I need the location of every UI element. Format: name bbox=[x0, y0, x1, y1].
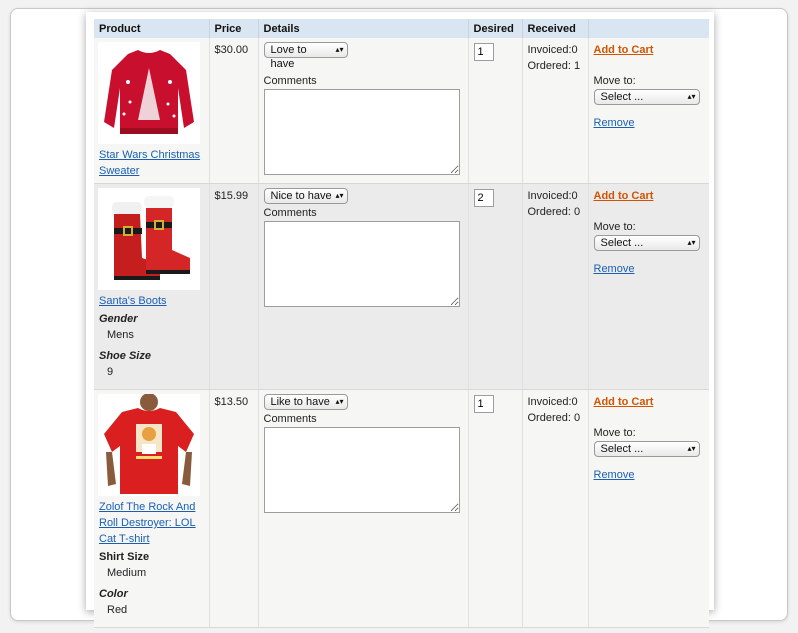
comments-textarea[interactable] bbox=[263, 221, 460, 307]
priority-select-value: Like to have bbox=[270, 396, 330, 408]
priority-select[interactable]: Like to have ▴▾ bbox=[263, 394, 348, 410]
move-to-label: Move to: bbox=[593, 75, 636, 87]
comments-label: Comments bbox=[263, 413, 317, 425]
header-desired: Desired bbox=[468, 19, 523, 38]
attribute-value: Mens bbox=[107, 329, 134, 341]
comments-label: Comments bbox=[263, 75, 317, 87]
details-cell: Nice to have ▴▾ Comments bbox=[258, 183, 469, 390]
move-to-select[interactable]: Select ... ▴▾ bbox=[593, 89, 700, 105]
table-row: Zolof The Rock And Roll Destroyer: LOL C… bbox=[94, 389, 709, 628]
attribute-value: Medium bbox=[107, 567, 147, 579]
red-christmas-sweater-image bbox=[104, 50, 194, 134]
desired-qty-input[interactable] bbox=[473, 395, 494, 413]
add-to-cart-link[interactable]: Add to Cart bbox=[594, 190, 654, 202]
move-to-select[interactable]: Select ... ▴▾ bbox=[593, 441, 700, 457]
priority-select[interactable]: Nice to have ▴▾ bbox=[263, 188, 348, 204]
table-row: Star Wars Christmas Sweater $30.00 Love … bbox=[94, 38, 709, 184]
move-to-select-value: Select ... bbox=[600, 91, 644, 103]
details-cell: Like to have ▴▾ Comments bbox=[258, 389, 469, 628]
actions-cell: Add to Cart Move to: Select ... ▴▾ Remov… bbox=[588, 183, 709, 390]
header-received: Received bbox=[522, 19, 589, 38]
wishlist-panel: Product Price Details Desired Received S… bbox=[86, 12, 714, 628]
red-cat-tshirt-image bbox=[104, 394, 194, 494]
product-cell: Star Wars Christmas Sweater bbox=[94, 38, 210, 184]
received-cell: Invoiced:0 Ordered: 0 bbox=[522, 183, 589, 390]
remove-link[interactable]: Remove bbox=[594, 467, 635, 483]
priority-select[interactable]: Love to have ▴▾ bbox=[263, 42, 348, 70]
actions-cell: Add to Cart Move to: Select ... ▴▾ Remov… bbox=[588, 389, 709, 628]
price-cell: $13.50 bbox=[209, 389, 259, 628]
attribute-name: Shirt Size bbox=[99, 551, 150, 563]
actions-cell: Add to Cart Move to: Select ... ▴▾ Remov… bbox=[588, 38, 709, 184]
invoiced-count: Invoiced:0 bbox=[527, 396, 578, 408]
attribute-name: Gender bbox=[99, 313, 138, 325]
invoiced-count: Invoiced:0 bbox=[527, 44, 578, 56]
product-cell: Zolof The Rock And Roll Destroyer: LOL C… bbox=[94, 389, 210, 628]
product-image[interactable] bbox=[98, 42, 200, 144]
received-cell: Invoiced:0 Ordered: 1 bbox=[522, 38, 589, 184]
attribute-name: Shoe Size bbox=[99, 350, 151, 362]
move-to-select[interactable]: Select ... ▴▾ bbox=[593, 235, 700, 251]
priority-select-value: Nice to have bbox=[270, 190, 332, 202]
move-to-label: Move to: bbox=[593, 221, 636, 233]
product-name-link[interactable]: Star Wars Christmas Sweater bbox=[99, 149, 200, 177]
product-image[interactable] bbox=[98, 188, 200, 290]
desired-qty-input[interactable] bbox=[473, 43, 494, 61]
product-image[interactable] bbox=[98, 394, 200, 496]
comments-textarea[interactable] bbox=[263, 427, 460, 513]
ordered-count: Ordered: 0 bbox=[527, 206, 581, 218]
price-cell: $30.00 bbox=[209, 38, 259, 184]
priority-select-value: Love to have bbox=[270, 44, 307, 70]
product-name-link[interactable]: Santa's Boots bbox=[99, 295, 167, 307]
select-arrows-icon: ▴▾ bbox=[335, 191, 344, 200]
move-to-label: Move to: bbox=[593, 427, 636, 439]
select-arrows-icon: ▴▾ bbox=[335, 397, 344, 406]
desired-qty-input[interactable] bbox=[473, 189, 494, 207]
ordered-count: Ordered: 0 bbox=[527, 412, 581, 424]
move-to-select-value: Select ... bbox=[600, 443, 644, 455]
add-to-cart-link[interactable]: Add to Cart bbox=[594, 44, 654, 56]
received-cell: Invoiced:0 Ordered: 0 bbox=[522, 389, 589, 628]
price-cell: $15.99 bbox=[209, 183, 259, 390]
details-cell: Love to have ▴▾ Comments bbox=[258, 38, 469, 184]
header-product: Product bbox=[94, 19, 210, 38]
attribute-value: Red bbox=[107, 604, 128, 616]
select-arrows-icon: ▴▾ bbox=[687, 238, 696, 247]
comments-label: Comments bbox=[263, 207, 317, 219]
attribute-name: Color bbox=[99, 588, 128, 600]
product-cell: Santa's Boots Gender Mens Shoe Size 9 bbox=[94, 183, 210, 390]
invoiced-count: Invoiced:0 bbox=[527, 190, 578, 202]
desired-cell bbox=[468, 389, 523, 628]
select-arrows-icon: ▴▾ bbox=[687, 444, 696, 453]
header-price: Price bbox=[209, 19, 259, 38]
select-arrows-icon: ▴▾ bbox=[687, 92, 696, 101]
add-to-cart-link[interactable]: Add to Cart bbox=[594, 396, 654, 408]
ordered-count: Ordered: 1 bbox=[527, 60, 581, 72]
wishlist-table: Product Price Details Desired Received S… bbox=[94, 19, 709, 628]
remove-link[interactable]: Remove bbox=[594, 261, 635, 277]
desired-cell bbox=[468, 183, 523, 390]
red-santa-boots-image bbox=[112, 196, 190, 280]
table-row: Santa's Boots Gender Mens Shoe Size 9 $1… bbox=[94, 183, 709, 390]
table-header-row: Product Price Details Desired Received bbox=[94, 19, 709, 38]
move-to-select-value: Select ... bbox=[600, 237, 644, 249]
header-details: Details bbox=[258, 19, 469, 38]
header-actions bbox=[588, 19, 709, 38]
remove-link[interactable]: Remove bbox=[594, 115, 635, 131]
attribute-value: 9 bbox=[107, 366, 114, 378]
comments-textarea[interactable] bbox=[263, 89, 460, 175]
product-name-link[interactable]: Zolof The Rock And Roll Destroyer: LOL C… bbox=[99, 501, 196, 545]
desired-cell bbox=[468, 38, 523, 184]
select-arrows-icon: ▴▾ bbox=[335, 45, 344, 54]
